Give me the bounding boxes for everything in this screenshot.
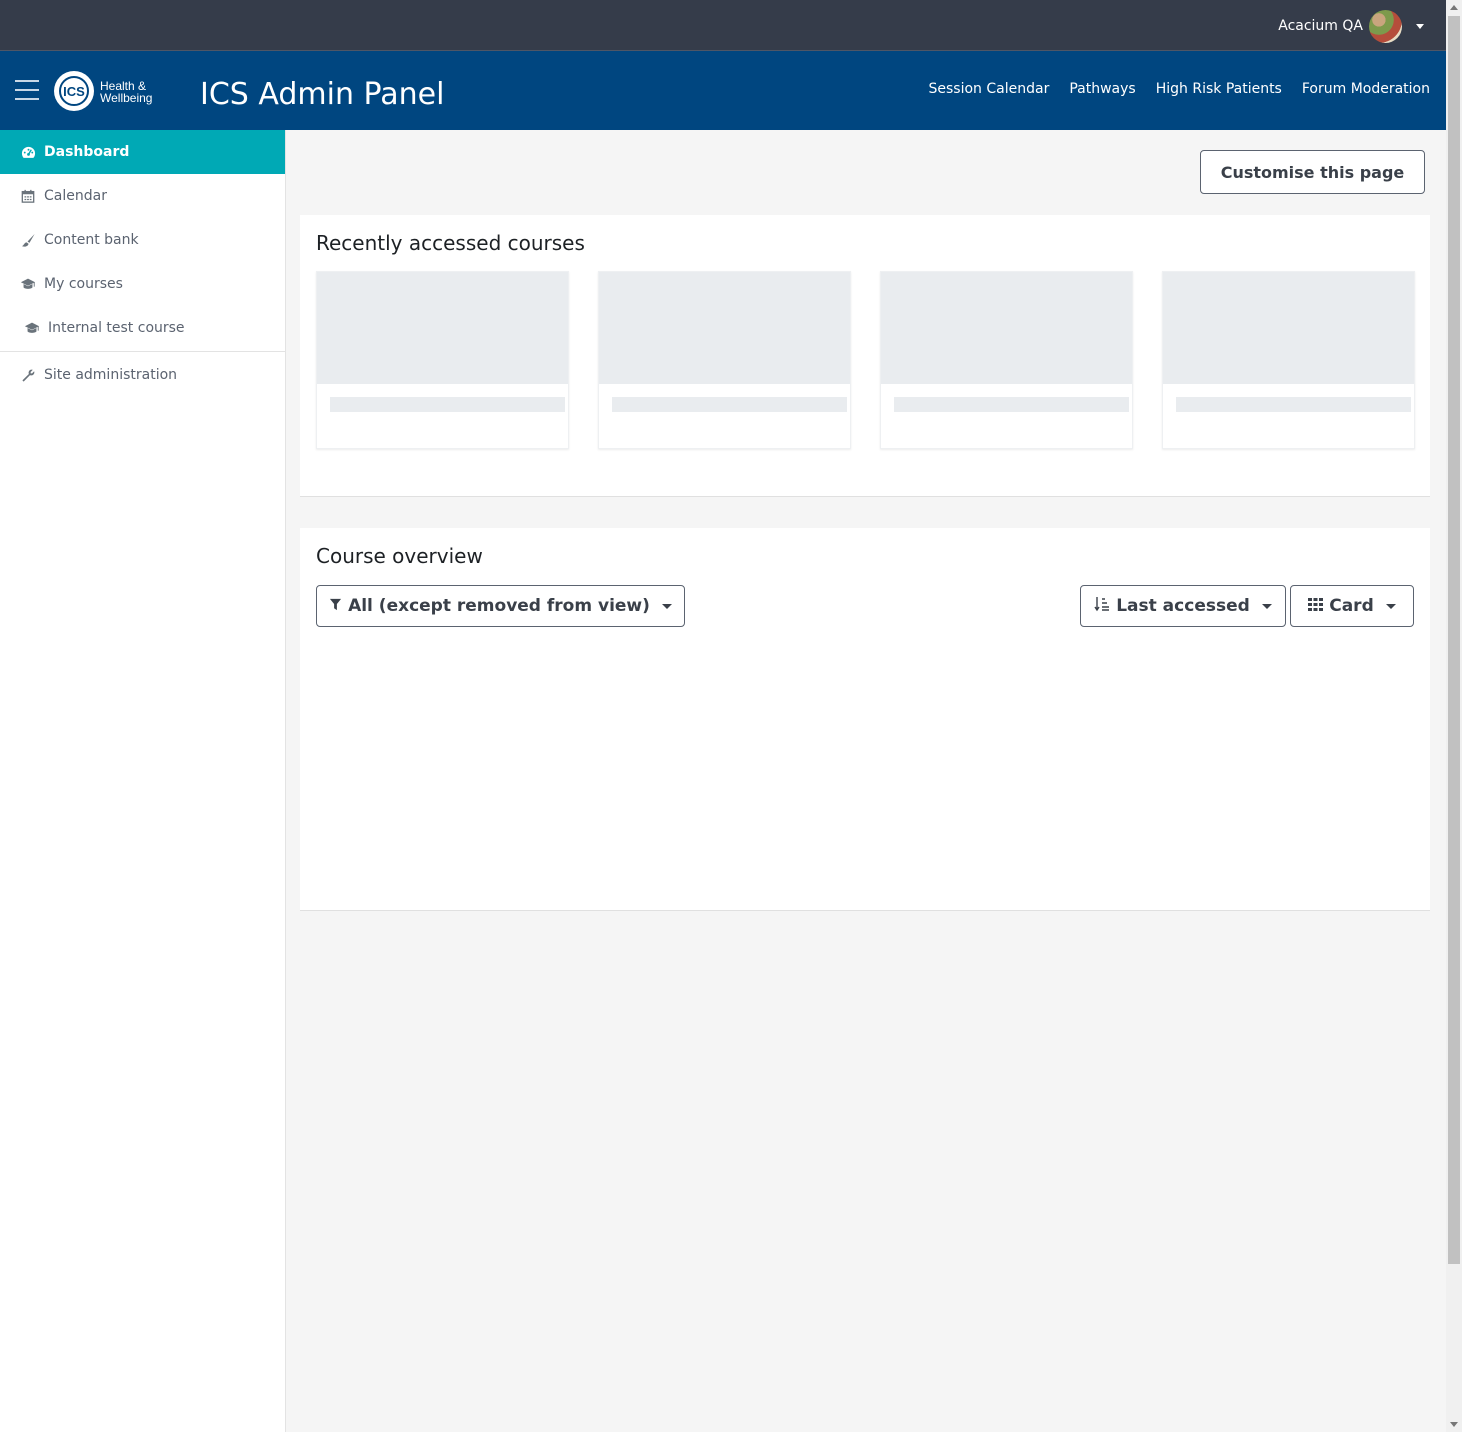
course-overview-block: Course overview All (except removed from… [300,528,1430,911]
grouping-filter-dropdown[interactable]: All (except removed from view) [316,585,685,627]
customise-page-button[interactable]: Customise this page [1200,150,1425,194]
card-image-placeholder [317,272,568,384]
page-title: ICS Admin Panel [200,77,445,112]
sidebar-item-label: Calendar [44,188,107,204]
filter-label: All (except removed from view) [348,596,650,616]
page-scrollbar[interactable] [1446,0,1462,1432]
course-card-placeholder [880,271,1133,449]
filter-icon [329,596,342,616]
nav-link-pathways[interactable]: Pathways [1069,81,1135,97]
sidebar-item-dashboard[interactable]: Dashboard [0,130,285,174]
scroll-down-arrow-icon[interactable] [1450,1422,1458,1427]
paint-brush-icon [20,232,36,248]
course-card-placeholder [598,271,851,449]
graduation-cap-icon [24,320,40,336]
course-overview-title: Course overview [316,544,483,568]
sort-icon [1094,596,1110,617]
nav-link-forum-moderation[interactable]: Forum Moderation [1302,81,1430,97]
chevron-down-icon [1416,23,1424,29]
logo-mark: ICS [54,71,94,111]
chevron-down-icon [1385,603,1396,609]
sort-label: Last accessed [1116,596,1250,616]
card-text-placeholder [1176,397,1411,412]
grid-icon [1308,596,1324,616]
calendar-icon [20,188,36,204]
course-card-placeholder [316,271,569,449]
card-image-placeholder [881,272,1132,384]
chevron-down-icon [1261,603,1272,609]
site-logo[interactable]: ICS Health & Wellbeing [54,69,164,113]
sidebar: Dashboard Calendar Content bank My cours… [0,130,286,1432]
course-card-placeholder [1162,271,1415,449]
view-dropdown[interactable]: Card [1290,585,1414,627]
view-label: Card [1329,596,1374,616]
sidebar-item-label: Content bank [44,232,139,248]
card-image-placeholder [1163,272,1414,384]
sidebar-item-site-administration[interactable]: Site administration [0,353,285,397]
sidebar-item-content-bank[interactable]: Content bank [0,218,285,262]
card-text-placeholder [330,397,565,412]
sidebar-item-label: Internal test course [48,320,185,336]
card-text-placeholder [894,397,1129,412]
sidebar-item-internal-test-course[interactable]: Internal test course [0,306,285,350]
user-avatar [1369,9,1402,43]
sidebar-item-label: Site administration [44,367,178,383]
card-image-placeholder [599,272,850,384]
wrench-icon [20,367,36,383]
sidebar-item-label: My courses [44,276,123,292]
graduation-cap-icon [20,276,36,292]
sidebar-item-calendar[interactable]: Calendar [0,174,285,218]
recent-courses-block: Recently accessed courses [300,215,1430,497]
dashboard-icon [20,144,36,160]
sidebar-divider [0,351,285,352]
chevron-down-icon [661,603,672,609]
nav-link-high-risk-patients[interactable]: High Risk Patients [1156,81,1282,97]
sidebar-item-label: Dashboard [44,144,130,160]
main-navbar: ICS Health & Wellbeing ICS Admin Panel S… [0,51,1446,130]
recent-courses-title: Recently accessed courses [316,231,585,255]
top-bar: Acacium QA [0,0,1446,51]
card-text-placeholder [612,397,847,412]
primary-navigation: Session Calendar Pathways High Risk Pati… [929,81,1430,97]
sidebar-item-my-courses[interactable]: My courses [0,262,285,306]
nav-link-session-calendar[interactable]: Session Calendar [929,81,1050,97]
user-menu[interactable]: Acacium QA [1278,8,1424,44]
logo-text: Health & Wellbeing [100,79,153,105]
user-name: Acacium QA [1278,18,1363,34]
scrollbar-thumb[interactable] [1448,16,1460,1264]
hamburger-menu-icon[interactable] [15,80,39,100]
scroll-up-arrow-icon[interactable] [1450,5,1458,10]
sort-dropdown[interactable]: Last accessed [1080,585,1286,627]
